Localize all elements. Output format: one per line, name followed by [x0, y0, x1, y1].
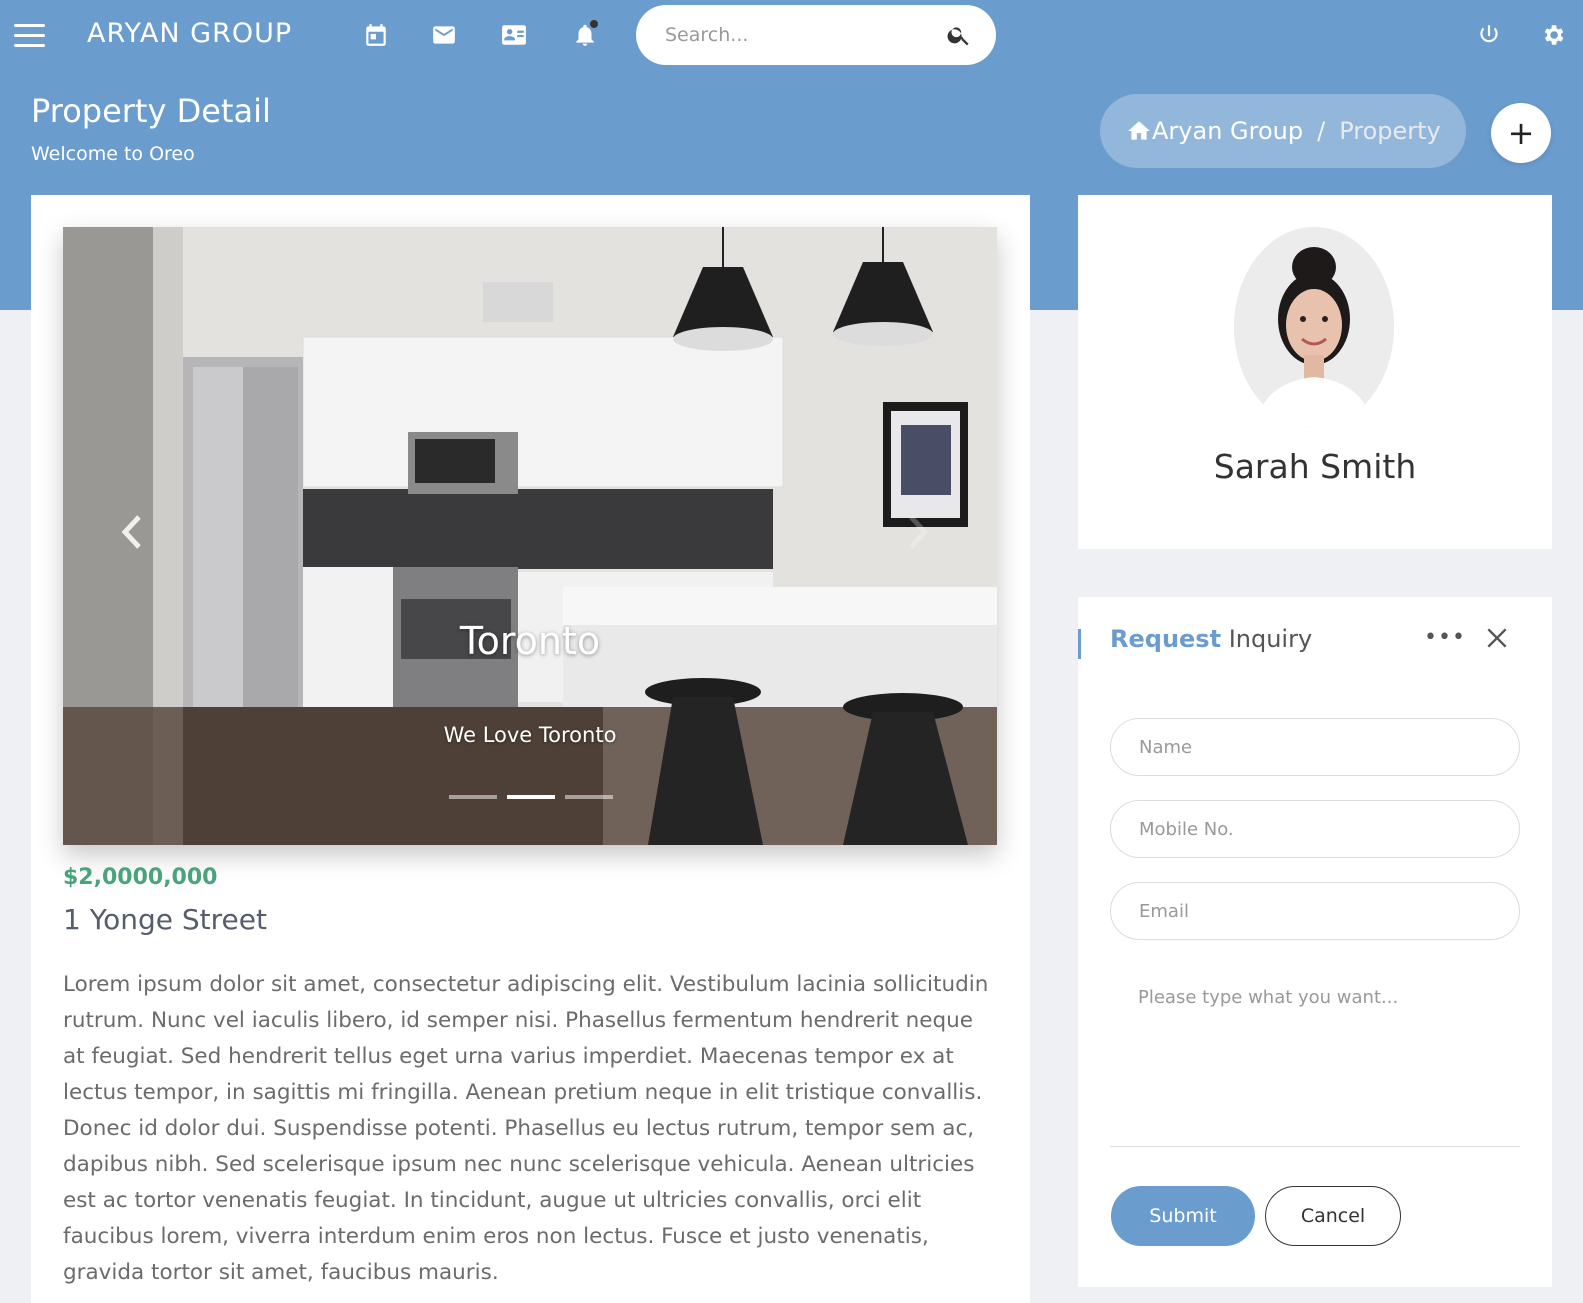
- message-field[interactable]: [1110, 977, 1520, 1147]
- notification-dot: [590, 20, 598, 28]
- search-bar: [636, 5, 996, 65]
- chevron-left-icon: [121, 515, 141, 549]
- submit-button[interactable]: Submit: [1111, 1186, 1255, 1246]
- carousel-next-button[interactable]: [903, 512, 933, 552]
- calendar-icon[interactable]: [361, 20, 391, 50]
- inquiry-title: Request Inquiry: [1110, 625, 1312, 653]
- menu-icon[interactable]: [14, 24, 45, 48]
- gear-icon[interactable]: [1538, 20, 1568, 50]
- more-options-icon[interactable]: •••: [1424, 625, 1466, 650]
- search-icon[interactable]: [946, 22, 972, 48]
- carousel-caption-subtitle: We Love Toronto: [443, 723, 617, 747]
- search-input[interactable]: [665, 24, 946, 46]
- name-field[interactable]: [1110, 718, 1520, 776]
- add-button[interactable]: +: [1491, 103, 1551, 163]
- breadcrumb: Aryan Group / Property: [1100, 94, 1466, 168]
- bell-icon[interactable]: [570, 20, 600, 50]
- property-price: $2,0000,000: [63, 865, 218, 890]
- avatar[interactable]: [1234, 227, 1394, 427]
- carousel-indicator-1[interactable]: [449, 795, 497, 799]
- inquiry-title-rest: Inquiry: [1221, 625, 1313, 653]
- property-description: Lorem ipsum dolor sit amet, consectetur …: [63, 972, 989, 1285]
- carousel-indicator-2[interactable]: [507, 795, 555, 799]
- page-subtitle: Welcome to Oreo: [31, 143, 195, 165]
- kitchen-photo: [63, 227, 997, 845]
- mail-icon[interactable]: [429, 20, 459, 50]
- power-icon[interactable]: [1474, 20, 1504, 50]
- top-navbar: ARYAN GROUP: [0, 0, 1583, 84]
- breadcrumb-home[interactable]: Aryan Group: [1152, 117, 1303, 145]
- email-field[interactable]: [1110, 882, 1520, 940]
- inquiry-title-strong: Request: [1110, 625, 1222, 653]
- mobile-field[interactable]: [1110, 800, 1520, 858]
- breadcrumb-current: Property: [1339, 117, 1441, 145]
- cancel-button[interactable]: Cancel: [1265, 1186, 1401, 1246]
- carousel-indicator-3[interactable]: [565, 795, 613, 799]
- brand-name[interactable]: ARYAN GROUP: [87, 18, 292, 49]
- property-card: Toronto We Love Toronto $2,0000,000 1 Yo…: [31, 195, 1030, 1303]
- home-icon[interactable]: [1126, 118, 1152, 144]
- close-icon[interactable]: [1484, 625, 1510, 651]
- property-address: 1 Yonge Street: [63, 903, 267, 936]
- agent-profile-card: Sarah Smith: [1078, 195, 1552, 549]
- property-carousel: Toronto We Love Toronto: [63, 227, 997, 845]
- inquiry-accent-bar: [1078, 629, 1081, 659]
- inquiry-card: Request Inquiry ••• Submit Cancel: [1078, 597, 1552, 1287]
- carousel-caption-title: Toronto: [459, 619, 601, 663]
- page-title: Property Detail: [31, 92, 271, 130]
- agent-name: Sarah Smith: [1213, 447, 1417, 486]
- carousel-indicators: [449, 795, 613, 799]
- contact-card-icon[interactable]: [499, 20, 529, 50]
- breadcrumb-separator: /: [1317, 117, 1326, 145]
- chevron-right-icon: [909, 515, 929, 549]
- carousel-prev-button[interactable]: [117, 512, 147, 552]
